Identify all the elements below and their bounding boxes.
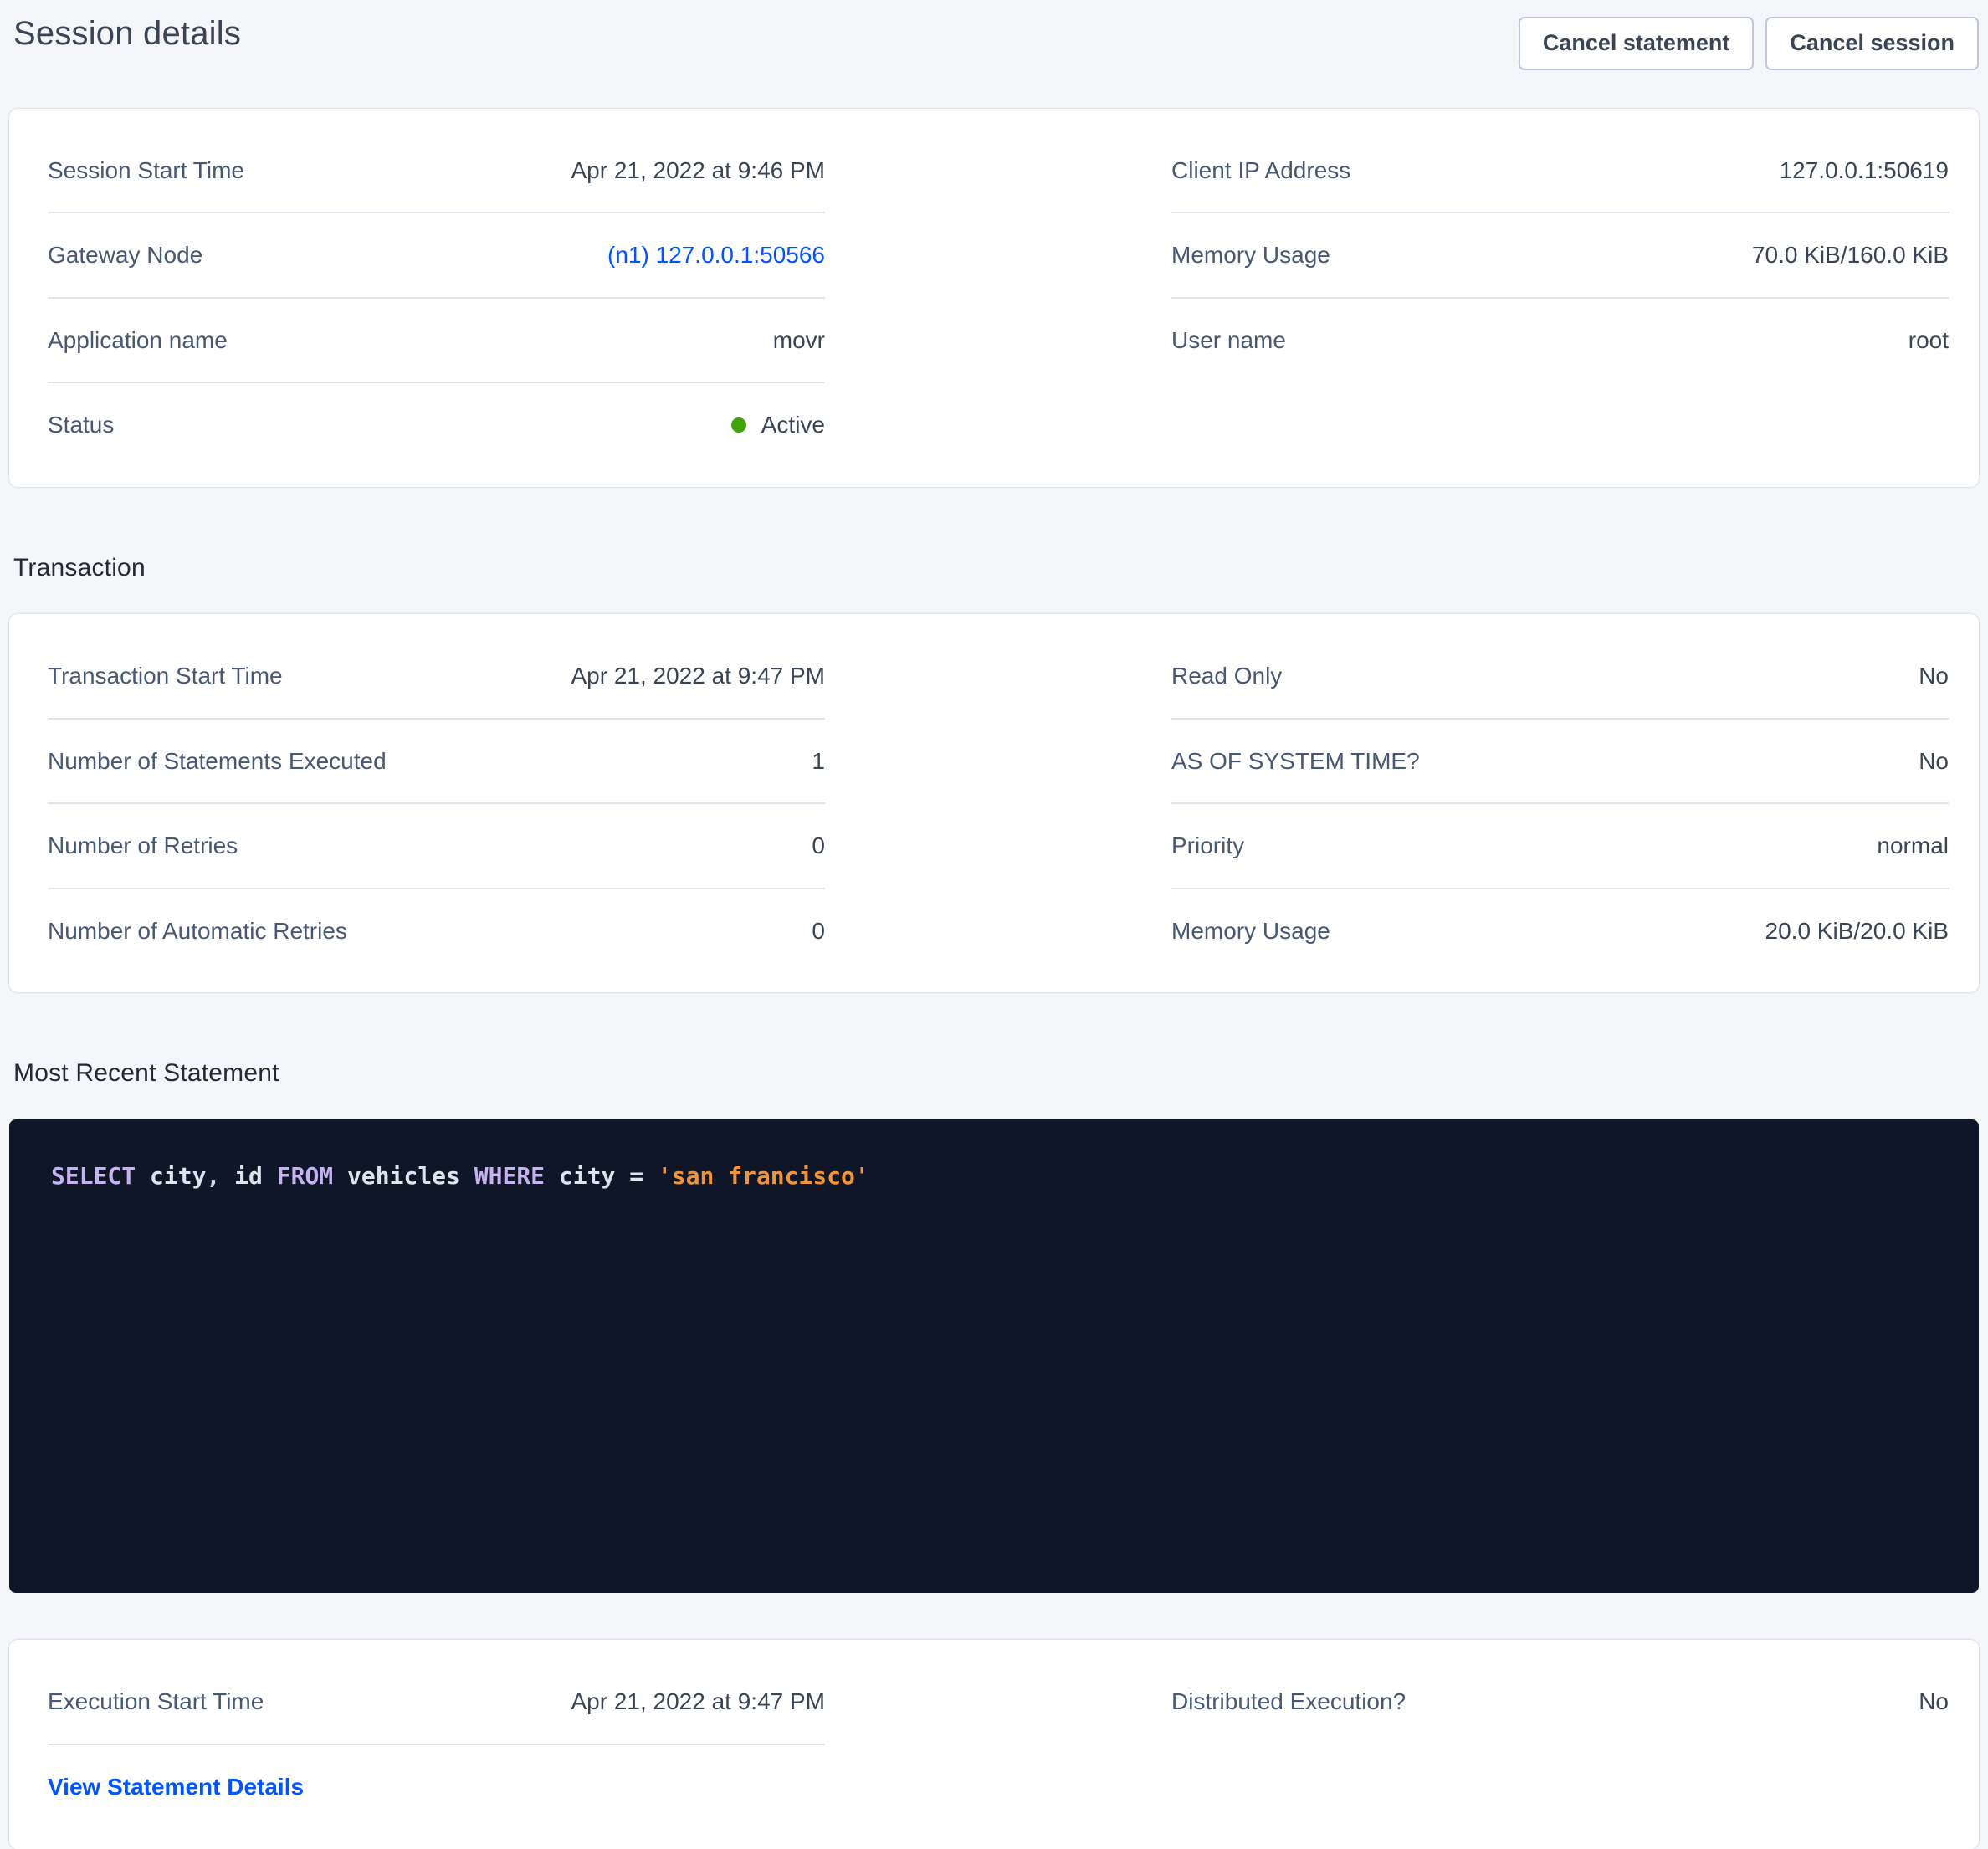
status-row: Status Active <box>48 383 825 467</box>
user-name-value: root <box>1909 326 1949 355</box>
gateway-node-row: Gateway Node (n1) 127.0.0.1:50566 <box>48 213 825 299</box>
user-name-label: User name <box>1171 326 1286 355</box>
number-of-retries-label: Number of Retries <box>48 832 238 860</box>
session-memory-usage-row: Memory Usage 70.0 KiB/160.0 KiB <box>1171 213 1949 299</box>
cancel-statement-button[interactable]: Cancel statement <box>1519 17 1755 70</box>
execution-card-grid: Execution Start Time Apr 21, 2022 at 9:4… <box>9 1640 1979 1848</box>
distributed-execution-label: Distributed Execution? <box>1171 1688 1406 1716</box>
transaction-start-time-label: Transaction Start Time <box>48 662 283 690</box>
distributed-execution-value: No <box>1919 1688 1949 1716</box>
session-memory-usage-label: Memory Usage <box>1171 241 1330 269</box>
execution-start-time-value: Apr 21, 2022 at 9:47 PM <box>571 1688 825 1716</box>
execution-start-time-row: Execution Start Time Apr 21, 2022 at 9:4… <box>48 1660 825 1745</box>
cancel-session-button[interactable]: Cancel session <box>1765 17 1979 70</box>
gateway-node-label: Gateway Node <box>48 241 202 269</box>
sql-keyword-from: FROM <box>277 1162 333 1190</box>
client-ip-value: 127.0.0.1:50619 <box>1780 156 1949 185</box>
statements-executed-row: Number of Statements Executed 1 <box>48 720 825 805</box>
automatic-retries-value: 0 <box>812 917 825 945</box>
read-only-row: Read Only No <box>1171 634 1949 720</box>
transaction-card-right-column: Read Only No AS OF SYSTEM TIME? No Prior… <box>1171 634 1949 972</box>
read-only-value: No <box>1919 662 1949 690</box>
automatic-retries-label: Number of Automatic Retries <box>48 917 347 945</box>
number-of-retries-value: 0 <box>812 832 825 860</box>
user-name-row: User name root <box>1171 299 1949 382</box>
transaction-memory-usage-value: 20.0 KiB/20.0 KiB <box>1765 917 1949 945</box>
execution-card-right-column: Distributed Execution? No <box>1171 1660 1949 1744</box>
session-card-grid: Session Start Time Apr 21, 2022 at 9:46 … <box>9 109 1979 487</box>
session-summary-card: Session Start Time Apr 21, 2022 at 9:46 … <box>9 109 1979 487</box>
view-statement-details-row: View Statement Details <box>48 1745 825 1829</box>
page-header: Session details Cancel statement Cancel … <box>0 0 1988 70</box>
statements-executed-value: 1 <box>812 747 825 776</box>
priority-label: Priority <box>1171 832 1244 860</box>
statements-executed-label: Number of Statements Executed <box>48 747 387 776</box>
transaction-start-time-row: Transaction Start Time Apr 21, 2022 at 9… <box>48 634 825 720</box>
view-statement-details-link[interactable]: View Statement Details <box>48 1773 304 1801</box>
as-of-system-time-row: AS OF SYSTEM TIME? No <box>1171 720 1949 805</box>
number-of-retries-row: Number of Retries 0 <box>48 804 825 889</box>
transaction-card-left-column: Transaction Start Time Apr 21, 2022 at 9… <box>48 634 825 972</box>
sql-keyword-where: WHERE <box>474 1162 545 1190</box>
session-memory-usage-value: 70.0 KiB/160.0 KiB <box>1752 241 1949 269</box>
automatic-retries-row: Number of Automatic Retries 0 <box>48 889 825 973</box>
read-only-label: Read Only <box>1171 662 1282 690</box>
sql-condition: city = <box>545 1162 658 1190</box>
application-name-row: Application name movr <box>48 299 825 384</box>
priority-row: Priority normal <box>1171 804 1949 889</box>
header-actions: Cancel statement Cancel session <box>1519 17 1979 70</box>
client-ip-row: Client IP Address 127.0.0.1:50619 <box>1171 129 1949 214</box>
as-of-system-time-value: No <box>1919 747 1949 776</box>
session-card-right-column: Client IP Address 127.0.0.1:50619 Memory… <box>1171 129 1949 382</box>
session-start-time-row: Session Start Time Apr 21, 2022 at 9:46 … <box>48 129 825 214</box>
sql-keyword-select: SELECT <box>51 1162 136 1190</box>
session-start-time-label: Session Start Time <box>48 156 244 185</box>
transaction-card-grid: Transaction Start Time Apr 21, 2022 at 9… <box>9 614 1979 992</box>
execution-card-left-column: Execution Start Time Apr 21, 2022 at 9:4… <box>48 1660 825 1828</box>
execution-summary-card: Execution Start Time Apr 21, 2022 at 9:4… <box>9 1640 1979 1848</box>
transaction-section-title: Transaction <box>13 554 1988 582</box>
status-badge: Active <box>731 411 825 439</box>
sql-table: vehicles <box>333 1162 474 1190</box>
page-title: Session details <box>13 15 241 53</box>
sql-string-literal: 'san francisco' <box>658 1162 869 1190</box>
as-of-system-time-label: AS OF SYSTEM TIME? <box>1171 747 1420 776</box>
client-ip-label: Client IP Address <box>1171 156 1350 185</box>
execution-start-time-label: Execution Start Time <box>48 1688 264 1716</box>
session-start-time-value: Apr 21, 2022 at 9:46 PM <box>571 156 825 185</box>
sql-statement-box: SELECT city, id FROM vehicles WHERE city… <box>9 1119 1979 1593</box>
active-status-dot-icon <box>731 417 746 433</box>
sql-columns: city, id <box>136 1162 277 1190</box>
transaction-memory-usage-label: Memory Usage <box>1171 917 1330 945</box>
application-name-label: Application name <box>48 326 228 355</box>
application-name-value: movr <box>773 326 825 355</box>
transaction-start-time-value: Apr 21, 2022 at 9:47 PM <box>571 662 825 690</box>
status-value-text: Active <box>761 411 825 439</box>
session-card-left-column: Session Start Time Apr 21, 2022 at 9:46 … <box>48 129 825 467</box>
statement-section-title: Most Recent Statement <box>13 1059 1988 1088</box>
transaction-memory-usage-row: Memory Usage 20.0 KiB/20.0 KiB <box>1171 889 1949 973</box>
priority-value: normal <box>1877 832 1949 860</box>
status-label: Status <box>48 411 114 439</box>
gateway-node-link[interactable]: (n1) 127.0.0.1:50566 <box>607 241 825 269</box>
transaction-summary-card: Transaction Start Time Apr 21, 2022 at 9… <box>9 614 1979 992</box>
distributed-execution-row: Distributed Execution? No <box>1171 1660 1949 1744</box>
sql-statement-text: SELECT city, id FROM vehicles WHERE city… <box>51 1162 869 1190</box>
